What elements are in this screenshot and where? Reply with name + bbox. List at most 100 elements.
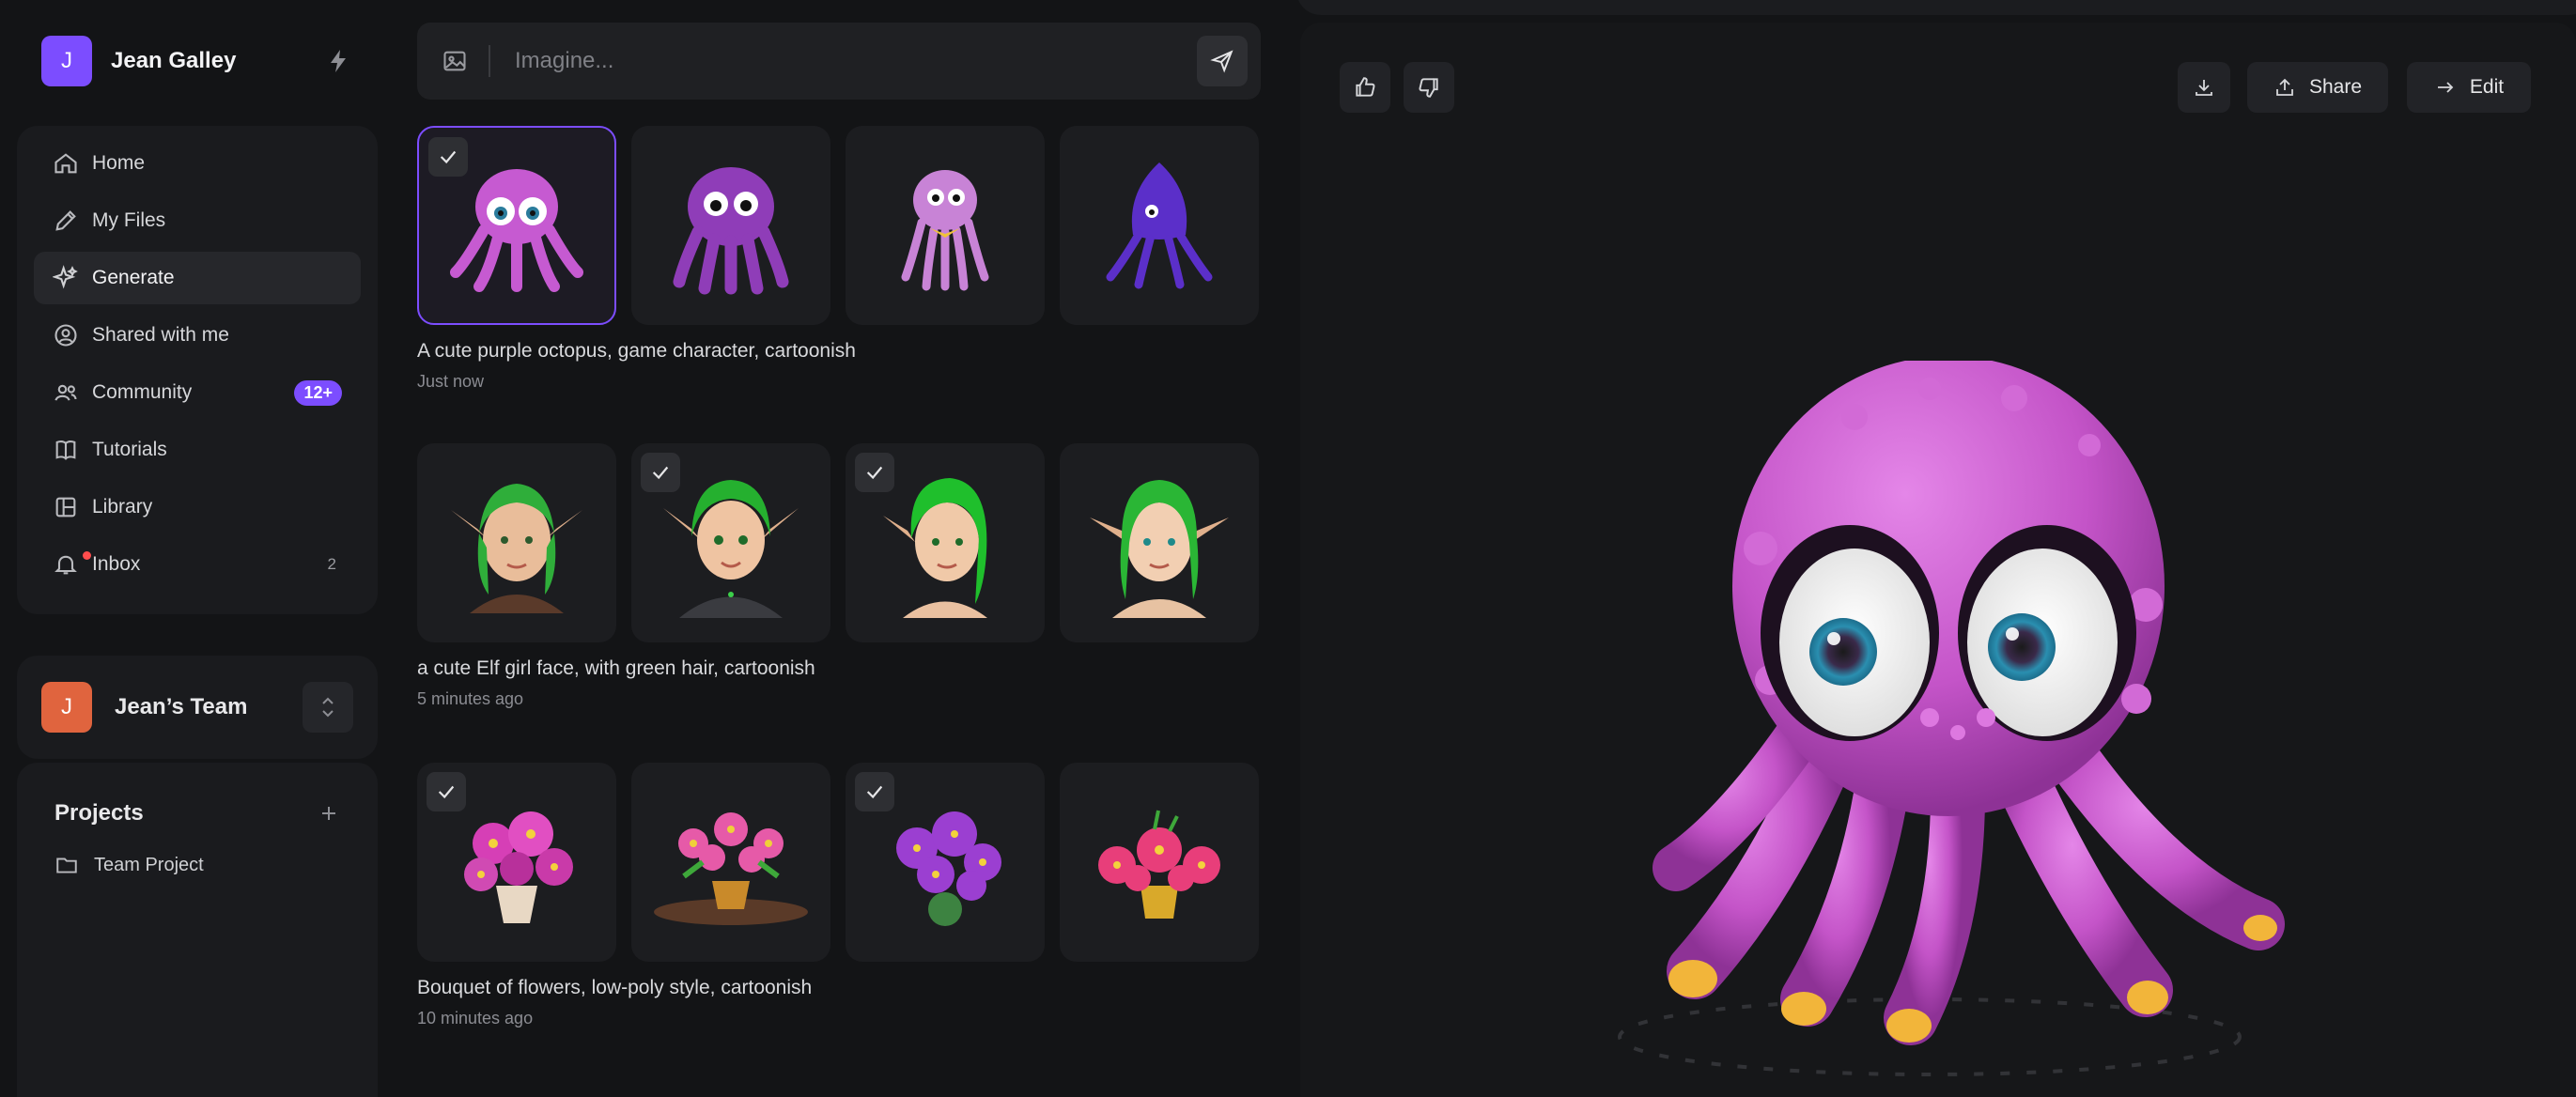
preview-panel: Share Edit [1300,23,2576,1097]
sidebar: J Jean Galley Home My Files Generate Sha… [0,0,395,1097]
team-avatar: J [41,682,92,733]
share-icon [2276,78,2293,96]
thumbnail[interactable] [417,443,616,642]
check-icon[interactable] [641,453,680,492]
thumbnail[interactable] [846,126,1045,325]
octopus-image [450,169,583,292]
share-button[interactable]: Share [2247,62,2388,113]
thumbnail[interactable] [417,126,616,325]
nav-item-home[interactable]: Home [34,137,361,190]
generation-caption: A cute purple octopus, game character, c… [417,340,856,362]
generation-group: a cute Elf girl face, with green hair, c… [417,443,1263,709]
users-icon [54,384,77,401]
nav-item-generate[interactable]: Generate [34,252,361,304]
download-icon [2196,80,2212,96]
project-label: Team Project [94,854,204,875]
chevron-updown-icon[interactable] [303,682,353,733]
image-upload-icon[interactable] [442,48,468,74]
check-icon[interactable] [428,137,468,177]
bell-icon [54,555,77,575]
nav-label: Tutorials [92,439,167,460]
prompt-bar [417,23,1261,100]
generation-time: 10 minutes ago [417,1009,534,1027]
nav-label: Inbox [92,553,141,575]
user-row[interactable]: J Jean Galley [41,36,351,86]
community-badge: 12+ [294,379,342,406]
flowers-image [654,812,808,925]
inbox-count: 2 [327,555,336,573]
download-button[interactable] [2178,62,2230,113]
nav-menu: Home My Files Generate Shared with me Co… [17,126,378,614]
folder-icon [56,858,77,873]
team-switcher[interactable]: J Jean’s Team [17,656,378,759]
nav-label: Community [92,381,193,403]
home-icon [54,153,77,174]
thumbnail[interactable] [1060,126,1259,325]
plus-icon[interactable] [318,802,340,825]
nav-label: Shared with me [92,324,229,346]
thumbs-down-button[interactable] [1404,62,1454,113]
flowers-image [464,811,573,923]
user-avatar: J [41,36,92,86]
check-icon[interactable] [855,453,894,492]
send-button[interactable] [1197,36,1248,86]
thumbs-up-button[interactable] [1340,62,1390,113]
flowers-image [896,811,1001,926]
nav-label: Generate [92,267,175,288]
nav-item-library[interactable]: Library [34,481,361,533]
generation-group: A cute purple octopus, game character, c… [417,126,1263,392]
notification-dot [83,551,91,560]
thumbnail[interactable] [846,763,1045,962]
sparkles-icon [53,265,78,289]
thumbnail[interactable] [1060,763,1259,962]
thumbnail[interactable] [631,443,830,642]
nav-item-community[interactable]: Community 12+ [34,366,361,419]
elf-girl-image [451,484,582,613]
user-name: Jean Galley [111,48,237,73]
thumbnail[interactable] [631,126,830,325]
check-icon[interactable] [427,772,466,811]
thumbnail[interactable] [1060,443,1259,642]
projects-title: Projects [54,800,144,826]
nav-label: Library [92,496,153,518]
edit-button[interactable]: Edit [2407,62,2531,113]
nav-label: Home [92,152,146,174]
project-item[interactable]: Team Project [54,853,340,877]
pencil-icon [55,210,76,231]
bolt-icon[interactable] [325,48,351,74]
arrow-right-icon [2437,82,2454,93]
user-circle-icon [54,324,77,347]
prompt-input[interactable] [515,48,1197,74]
send-icon [1210,50,1234,73]
thumbnail[interactable] [846,443,1045,642]
layout-icon [55,497,76,518]
nav-item-tutorials[interactable]: Tutorials [34,424,361,476]
generation-caption: a cute Elf girl face, with green hair, c… [417,657,815,679]
book-icon [55,440,76,460]
thumbs-up-icon [1356,77,1375,97]
generation-caption: Bouquet of flowers, low-poly style, cart… [417,977,813,998]
thumbs-down-icon [1419,78,1438,98]
flowers-image [1098,810,1220,919]
top-strip [1296,0,2576,15]
share-label: Share [2308,76,2363,98]
divider [489,45,490,77]
octopus-image [901,170,989,291]
nav-label: My Files [92,209,166,231]
nav-item-my-files[interactable]: My Files [34,194,361,247]
nav-item-shared-with-me[interactable]: Shared with me [34,309,361,362]
generation-time: Just now [417,372,485,391]
projects-panel: Projects Team Project [17,763,378,1097]
edit-label: Edit [2469,76,2505,98]
nav-item-inbox[interactable]: Inbox 2 [34,538,361,591]
thumbnail[interactable] [631,763,830,962]
generation-time: 5 minutes ago [417,689,524,708]
squid-image [1106,162,1213,289]
check-icon[interactable] [855,772,894,811]
octopus-3d-render [1618,361,2285,1076]
thumbnail[interactable] [417,763,616,962]
elf-girl-image [1090,480,1229,618]
octopus-image [673,167,789,295]
team-name: Jean’s Team [115,694,248,719]
generation-group: Bouquet of flowers, low-poly style, cart… [417,763,1263,1028]
